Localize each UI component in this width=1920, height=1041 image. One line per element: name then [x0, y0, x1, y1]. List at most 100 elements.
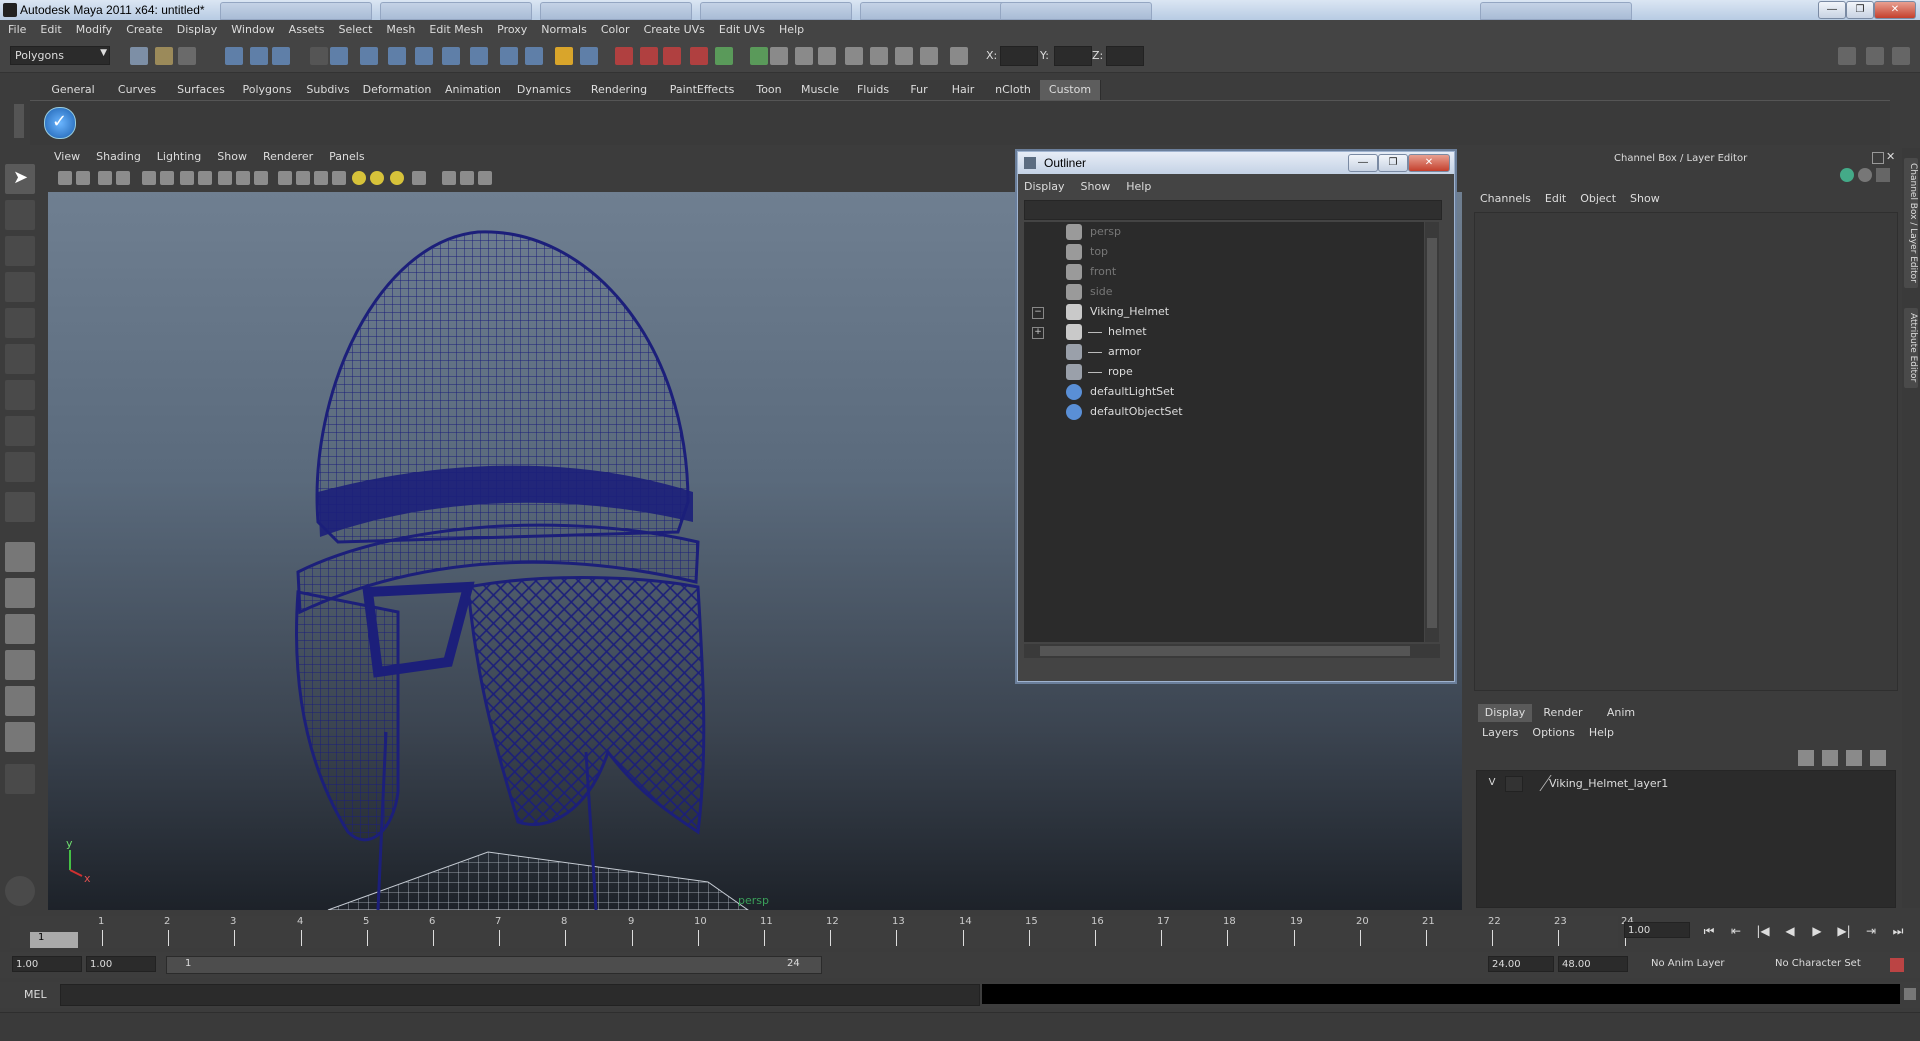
select-tool-icon[interactable]: ➤ — [5, 164, 35, 194]
shelf-tab-toon[interactable]: Toon — [746, 80, 793, 100]
menu-assets[interactable]: Assets — [281, 20, 331, 36]
render-settings-icon[interactable] — [663, 47, 681, 65]
paint-select-tool-icon[interactable] — [5, 236, 35, 266]
outliner-menu-display[interactable]: Display — [1024, 180, 1065, 193]
lasso-tool-icon[interactable] — [5, 200, 35, 230]
character-set-dropdown[interactable]: No Character Set — [1772, 956, 1882, 972]
background-window-tab[interactable] — [1480, 2, 1632, 20]
new-scene-icon[interactable] — [130, 47, 148, 65]
tool-settings-toggle-icon[interactable] — [1892, 47, 1910, 65]
layer-menu-options[interactable]: Options — [1532, 726, 1574, 739]
select-camera-icon[interactable] — [58, 171, 72, 185]
move-tool-icon[interactable] — [5, 272, 35, 302]
step-back-key-icon[interactable]: ⇤ — [1727, 922, 1745, 940]
outliner-item[interactable]: + helmet — [1024, 322, 1424, 342]
hypershade-icon[interactable] — [690, 47, 708, 65]
close-button[interactable]: ✕ — [1874, 1, 1916, 19]
menu-display[interactable]: Display — [169, 20, 224, 36]
snap-curve-icon[interactable] — [360, 47, 378, 65]
wire-icon[interactable] — [715, 47, 733, 65]
animation-start-field[interactable]: 1.00 — [12, 956, 82, 972]
shadows-icon[interactable] — [370, 171, 384, 185]
last-tool-icon[interactable] — [5, 492, 35, 522]
snap-grid-icon[interactable] — [330, 47, 348, 65]
open-scene-icon[interactable] — [155, 47, 173, 65]
persp-graph-outliner-layout-icon[interactable] — [5, 722, 35, 752]
outliner-item[interactable]: top — [1024, 242, 1424, 262]
move-xyz-icon[interactable] — [950, 47, 968, 65]
shaded-wireframe-icon[interactable] — [314, 171, 328, 185]
history-icon[interactable] — [470, 47, 488, 65]
background-window-tab[interactable] — [700, 2, 852, 20]
save-scene-icon[interactable] — [178, 47, 196, 65]
bookmarks-icon[interactable] — [98, 171, 112, 185]
snap-live-icon[interactable] — [442, 47, 460, 65]
four-view-layout-icon[interactable] — [5, 578, 35, 608]
perspective-toggle-icon[interactable] — [478, 171, 492, 185]
menu-window[interactable]: Window — [223, 20, 280, 36]
play-forward-icon[interactable]: ▶ — [1808, 922, 1826, 940]
playback-start-field[interactable]: 1.00 — [86, 956, 156, 972]
isolate-select-icon[interactable] — [412, 171, 426, 185]
shelf-tab-surfaces[interactable]: Surfaces — [168, 80, 235, 100]
outliner-menu-help[interactable]: Help — [1126, 180, 1151, 193]
outliner-item[interactable]: front — [1024, 262, 1424, 282]
film-gate-icon[interactable] — [160, 171, 174, 185]
minimize-button[interactable]: — — [1818, 1, 1846, 19]
shelf-tab-hair[interactable]: Hair — [940, 80, 987, 100]
select-object-icon[interactable] — [250, 47, 268, 65]
mel-command-input[interactable] — [60, 984, 980, 1006]
shelf-tab-dynamics[interactable]: Dynamics — [508, 80, 581, 100]
background-window-tab[interactable] — [220, 2, 372, 20]
hypershade-layout-icon[interactable] — [5, 686, 35, 716]
layer-row[interactable]: V Viking_Helmet_layer1 — [1483, 775, 1883, 793]
background-window-tab[interactable] — [1000, 2, 1152, 20]
outliner-item[interactable]: rope — [1024, 362, 1424, 382]
shelf-tab-muscle[interactable]: Muscle — [792, 80, 849, 100]
use-all-lights-icon[interactable] — [352, 171, 366, 185]
menu-create-uvs[interactable]: Create UVs — [636, 20, 711, 36]
layer-visibility-toggle[interactable]: V — [1483, 775, 1501, 791]
viewport-menu-panels[interactable]: Panels — [321, 150, 372, 163]
soft-mod-tool-icon[interactable] — [5, 416, 35, 446]
select-highlight-icon[interactable] — [580, 47, 598, 65]
layer-tab-display[interactable]: Display — [1478, 704, 1532, 722]
float-panel-icon[interactable] — [1872, 152, 1884, 164]
shelf-tab-painteffects[interactable]: PaintEffects — [658, 80, 747, 100]
background-window-tab[interactable] — [860, 2, 1012, 20]
menu-file[interactable]: File — [0, 20, 32, 36]
outliner-item[interactable]: armor — [1024, 342, 1424, 362]
menu-proxy[interactable]: Proxy — [489, 20, 533, 36]
menu-mesh[interactable]: Mesh — [378, 20, 421, 36]
new-layer-icon[interactable] — [1846, 750, 1862, 766]
y-input[interactable] — [1054, 46, 1092, 66]
resolution-icon[interactable] — [460, 171, 474, 185]
go-to-end-icon[interactable]: ⏭ — [1889, 922, 1907, 940]
viewport-menu-view[interactable]: View — [46, 150, 88, 163]
animation-end-field[interactable]: 48.00 — [1558, 956, 1628, 972]
channel-box-menu-channels[interactable]: Channels — [1480, 192, 1531, 205]
layer-color-swatch-icon[interactable] — [1527, 775, 1552, 791]
rotate-tool-icon[interactable] — [5, 308, 35, 338]
shelf-tab-ncloth[interactable]: nCloth — [986, 80, 1041, 100]
sym-icon[interactable] — [770, 47, 788, 65]
playback-range-slider[interactable]: 1 24 — [166, 956, 822, 974]
smooth-shade-icon[interactable] — [296, 171, 310, 185]
camera-attributes-icon[interactable] — [76, 171, 90, 185]
xray-icon[interactable] — [390, 171, 404, 185]
shelf-tab-deformation[interactable]: Deformation — [356, 80, 439, 100]
outliner-close-button[interactable]: ✕ — [1408, 154, 1450, 172]
help-icon[interactable] — [525, 47, 543, 65]
z-input[interactable] — [1106, 46, 1144, 66]
batch-icon[interactable] — [920, 47, 938, 65]
outliner-vertical-scrollbar[interactable] — [1425, 222, 1439, 642]
ipr-icon[interactable] — [895, 47, 913, 65]
field-chart-icon[interactable] — [218, 171, 232, 185]
viewport-menu-renderer[interactable]: Renderer — [255, 150, 321, 163]
image-plane-icon[interactable] — [116, 171, 130, 185]
shelf-tab-animation[interactable]: Animation — [438, 80, 509, 100]
textured-icon[interactable] — [332, 171, 346, 185]
current-time-field[interactable]: 1.00 — [1624, 922, 1690, 938]
construction-history-icon[interactable] — [750, 47, 768, 65]
channel-box-side-tab[interactable]: Channel Box / Layer Editor — [1904, 158, 1918, 288]
